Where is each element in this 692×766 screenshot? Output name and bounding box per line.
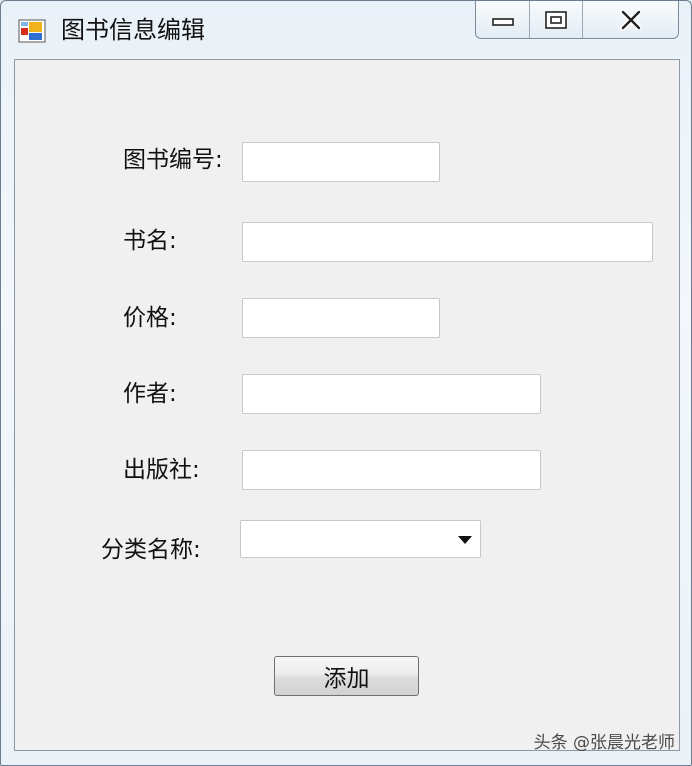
author-input[interactable] (242, 374, 541, 414)
maximize-icon (545, 10, 567, 29)
close-icon (619, 9, 642, 30)
title-bar[interactable]: 图书信息编辑 (1, 1, 691, 59)
book-id-input[interactable] (242, 142, 440, 182)
book-id-label: 图书编号: (123, 147, 223, 173)
publisher-label: 出版社: (123, 457, 200, 483)
price-label: 价格: (123, 305, 177, 331)
caption-buttons (475, 1, 679, 39)
watermark-text: 头条 @张晨光老师 (533, 733, 675, 753)
minimize-button[interactable] (476, 1, 530, 38)
book-name-input[interactable] (242, 222, 653, 262)
add-button[interactable]: 添加 (274, 656, 419, 696)
price-input[interactable] (242, 298, 440, 338)
dropdown-arrow-icon[interactable] (458, 536, 472, 544)
category-label: 分类名称: (101, 537, 201, 563)
publisher-input[interactable] (242, 450, 541, 490)
author-label: 作者: (123, 381, 177, 407)
category-dropdown[interactable] (240, 520, 481, 558)
minimize-icon (491, 17, 514, 26)
maximize-button[interactable] (530, 1, 583, 38)
form-app-icon (18, 19, 46, 43)
form-client-area: 图书编号: 书名: 价格: 作者: 出版社: 分类名称: 添加 (14, 59, 680, 751)
book-name-label: 书名: (123, 228, 177, 254)
close-button[interactable] (583, 1, 678, 38)
window-title: 图书信息编辑 (61, 16, 205, 44)
app-window: 图书信息编辑 图书编号: 书名: 价格: 作者: 出版社: 分类名称: 添加 头… (0, 0, 692, 766)
